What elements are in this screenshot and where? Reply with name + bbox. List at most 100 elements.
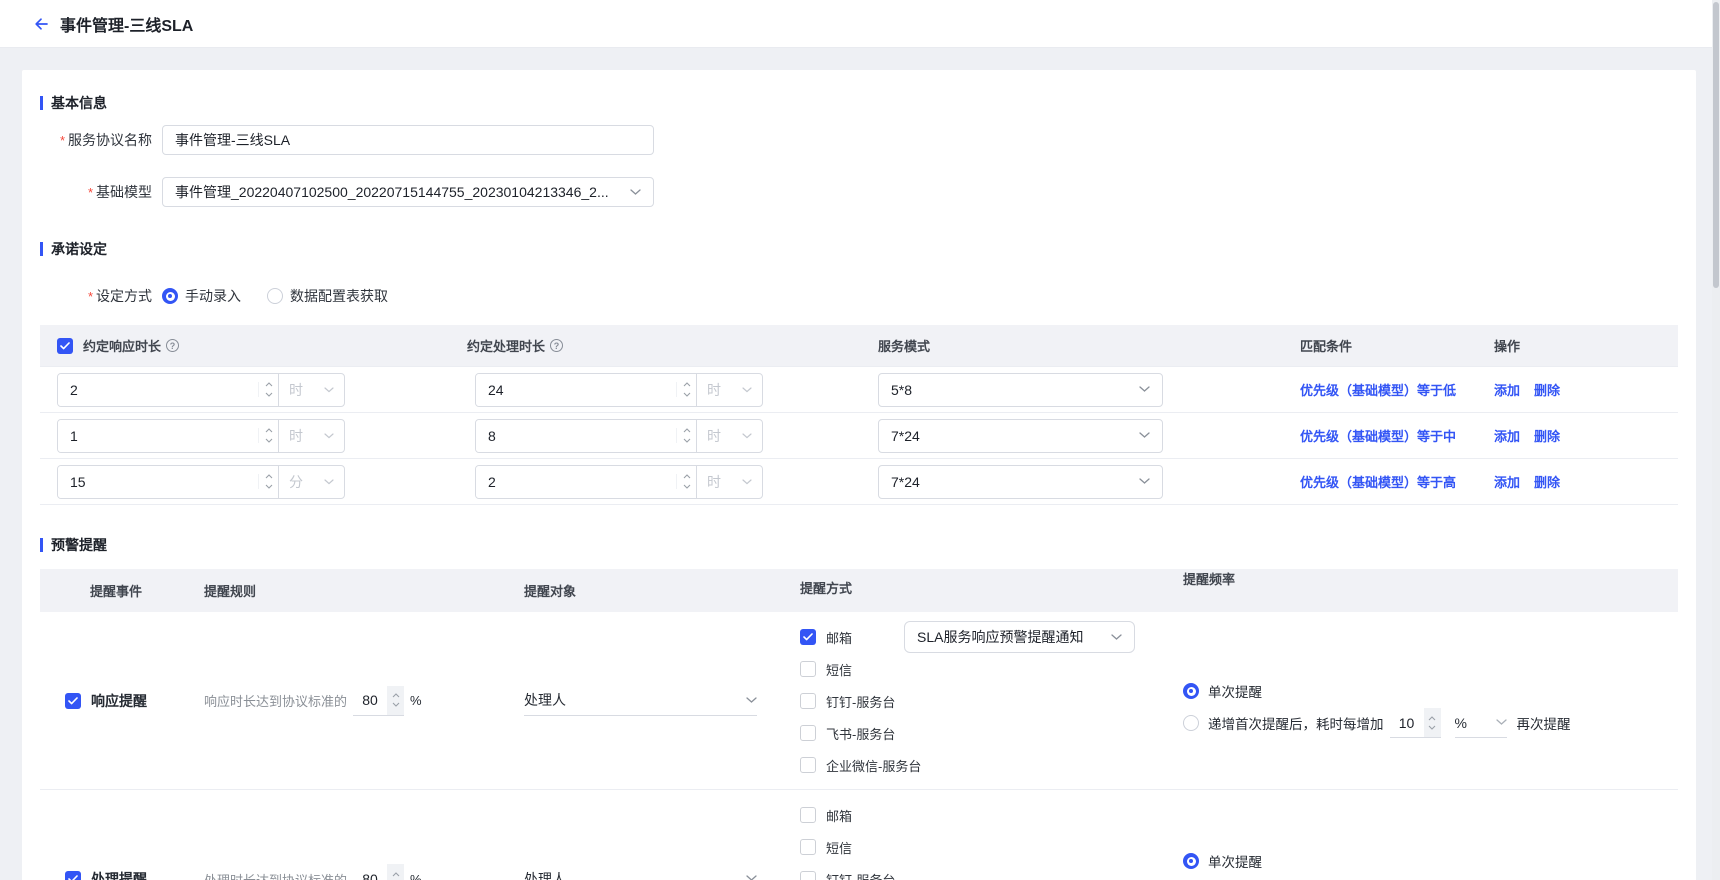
freq-single-option[interactable]: 单次提醒: [1183, 846, 1678, 876]
freq-unit-select[interactable]: %: [1455, 708, 1507, 738]
freq-increment-input[interactable]: [1390, 708, 1424, 737]
channel-email-checkbox[interactable]: [800, 807, 816, 823]
freq-incremental-option[interactable]: 递增首次提醒后，耗时每增加 % 再次提醒: [1183, 708, 1678, 738]
col-mode-label: 服务模式: [878, 336, 930, 355]
chevron-up-icon: [265, 382, 273, 387]
col-target-label: 提醒对象: [524, 584, 576, 599]
delete-row-link[interactable]: 删除: [1534, 426, 1560, 445]
channel-email-checkbox[interactable]: [800, 629, 816, 645]
event-label: 响应提醒: [91, 691, 147, 711]
alert-target-select[interactable]: 处理人: [524, 864, 757, 880]
col-response-label: 约定响应时长: [83, 336, 161, 355]
top-header: 事件管理-三线SLA: [0, 0, 1720, 48]
radio-manual-entry[interactable]: 手动录入: [162, 286, 241, 306]
col-event-label: 提醒事件: [90, 584, 142, 599]
radio-unselected-icon: [267, 288, 283, 304]
number-stepper[interactable]: [258, 382, 278, 397]
form-row-base-model: *基础模型 事件管理_20220407102500_20220715144755…: [40, 177, 1678, 207]
section-alert-title: 预警提醒: [51, 535, 107, 555]
check-icon: [68, 875, 78, 880]
chevron-down-icon: [1428, 725, 1436, 730]
alert-target-select[interactable]: 处理人: [524, 686, 757, 716]
channel-wecom-checkbox[interactable]: [800, 757, 816, 773]
response-unit-select[interactable]: 时: [278, 374, 344, 406]
alert-row-handle: 处理提醒 处理时长达到协议标准的 % 处理人: [40, 790, 1678, 880]
handle-unit-select[interactable]: 时: [696, 420, 762, 452]
channel-wecom: 企业微信-服务台: [800, 749, 1141, 781]
handle-unit-select[interactable]: 时: [696, 374, 762, 406]
match-condition-link[interactable]: 优先级（基础模型）等于中: [1300, 426, 1456, 445]
agreement-name-input[interactable]: [162, 125, 654, 155]
chevron-down-icon: [1496, 719, 1507, 726]
col-action-label: 操作: [1494, 336, 1520, 355]
delete-row-link[interactable]: 删除: [1534, 472, 1560, 491]
help-icon[interactable]: [166, 339, 179, 352]
chevron-down-icon: [324, 479, 334, 485]
set-method-label: *设定方式: [40, 286, 152, 306]
channel-feishu-checkbox[interactable]: [800, 725, 816, 741]
handle-duration-input[interactable]: [476, 374, 676, 406]
main-panel: 基本信息 *服务协议名称 *基础模型 事件管理_20220407102500_2…: [22, 70, 1696, 880]
chevron-down-icon: [324, 387, 334, 393]
number-stepper[interactable]: [1424, 708, 1441, 737]
response-duration-group: 时: [57, 373, 345, 407]
handle-unit-select[interactable]: 时: [696, 466, 762, 498]
response-alert-checkbox[interactable]: [65, 693, 81, 709]
vertical-scrollbar-track: [1712, 0, 1720, 880]
chevron-down-icon: [630, 189, 641, 196]
rule-threshold-input[interactable]: [353, 864, 387, 880]
channel-dingtalk-checkbox[interactable]: [800, 871, 816, 880]
channel-sms-checkbox[interactable]: [800, 661, 816, 677]
col-method-label: 提醒方式: [800, 578, 1141, 597]
service-mode-select[interactable]: 7*24: [878, 465, 1163, 499]
commitment-row: 时 时: [40, 413, 1678, 459]
number-stepper[interactable]: [676, 428, 696, 443]
response-column-checkbox[interactable]: [57, 338, 73, 354]
response-duration-input[interactable]: [58, 466, 258, 498]
response-duration-group: 时: [57, 419, 345, 453]
number-stepper[interactable]: [258, 428, 278, 443]
delete-row-link[interactable]: 删除: [1534, 380, 1560, 399]
add-row-link[interactable]: 添加: [1494, 472, 1520, 491]
response-unit-select[interactable]: 时: [278, 420, 344, 452]
radio-data-config-table[interactable]: 数据配置表获取: [267, 286, 388, 306]
rule-threshold-input[interactable]: [353, 686, 387, 715]
response-unit-select[interactable]: 分: [278, 466, 344, 498]
notify-template-select[interactable]: SLA服务响应预警提醒通知: [904, 621, 1135, 653]
match-condition-link[interactable]: 优先级（基础模型）等于低: [1300, 380, 1456, 399]
add-row-link[interactable]: 添加: [1494, 380, 1520, 399]
agreement-name-label: *服务协议名称: [40, 130, 152, 150]
freq-single-option[interactable]: 单次提醒: [1183, 676, 1678, 706]
handle-duration-input[interactable]: [476, 420, 676, 452]
chevron-up-icon: [683, 382, 691, 387]
handle-alert-checkbox[interactable]: [65, 871, 81, 880]
chevron-down-icon: [746, 875, 757, 880]
number-stepper[interactable]: [258, 474, 278, 489]
back-button[interactable]: [30, 13, 52, 35]
number-stepper[interactable]: [387, 686, 404, 715]
col-rule-label: 提醒规则: [204, 584, 256, 599]
service-mode-select[interactable]: 5*8: [878, 373, 1163, 407]
add-row-link[interactable]: 添加: [1494, 426, 1520, 445]
number-stepper[interactable]: [676, 382, 696, 397]
commitment-row: 分 时: [40, 459, 1678, 505]
base-model-select[interactable]: 事件管理_20220407102500_20220715144755_20230…: [162, 177, 654, 207]
section-bar: [40, 96, 43, 110]
help-icon[interactable]: [550, 339, 563, 352]
response-duration-input[interactable]: [58, 420, 258, 452]
match-condition-link[interactable]: 优先级（基础模型）等于高: [1300, 472, 1456, 491]
rule-unit: %: [410, 872, 422, 880]
handle-duration-input[interactable]: [476, 466, 676, 498]
number-stepper[interactable]: [676, 474, 696, 489]
channel-dingtalk-checkbox[interactable]: [800, 693, 816, 709]
chevron-down-icon: [683, 484, 691, 489]
response-duration-input[interactable]: [58, 374, 258, 406]
channel-sms-checkbox[interactable]: [800, 839, 816, 855]
rule-unit: %: [410, 693, 422, 708]
section-commitment: 承诺设定: [40, 241, 1678, 257]
service-mode-select[interactable]: 7*24: [878, 419, 1163, 453]
commitment-table-header: 约定响应时长 约定处理时长 服务模式 匹配条件 操作: [40, 325, 1678, 367]
chevron-up-icon: [392, 693, 400, 698]
number-stepper[interactable]: [387, 864, 404, 880]
vertical-scrollbar-thumb[interactable]: [1713, 2, 1719, 288]
